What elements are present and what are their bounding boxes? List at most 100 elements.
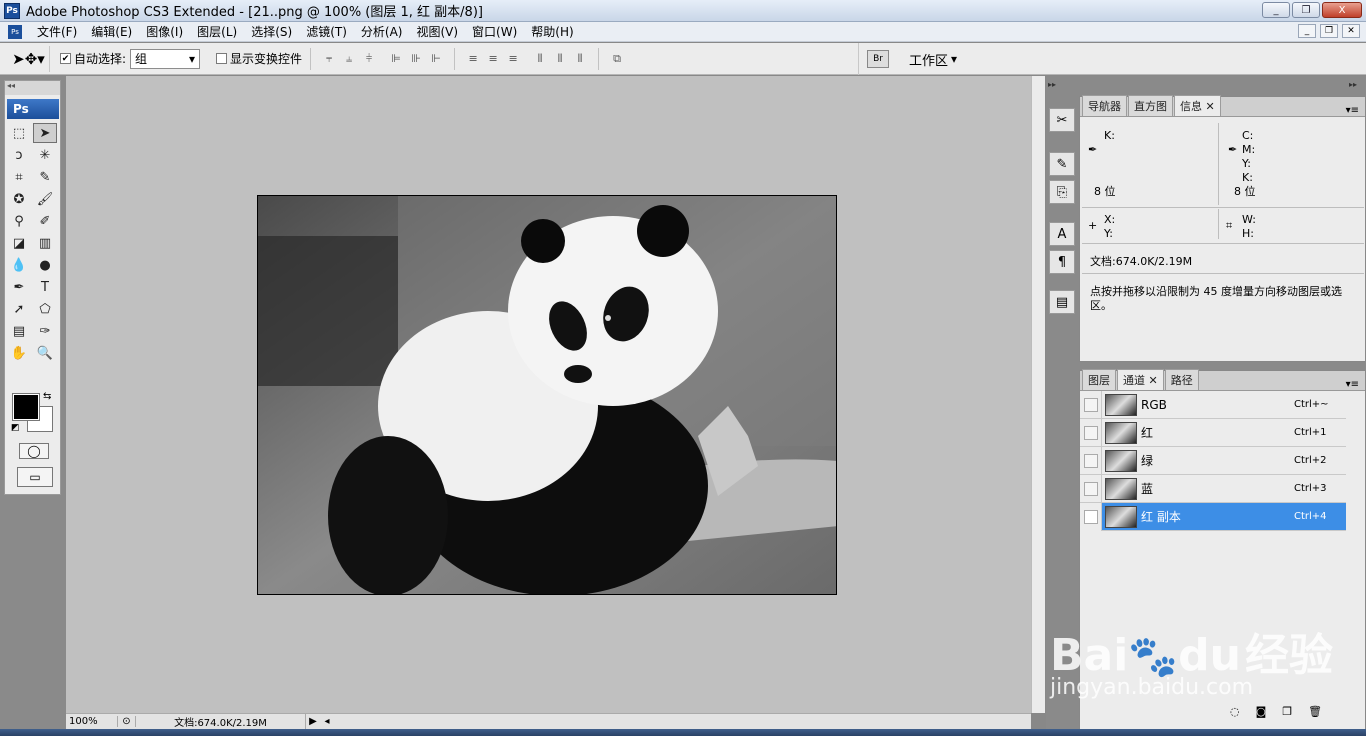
document-image[interactable]: [257, 195, 837, 595]
menu-window[interactable]: 窗口(W): [465, 23, 524, 40]
eyedropper-readout-icon[interactable]: ✒: [1088, 143, 1097, 157]
scroll-left-icon[interactable]: ◂: [320, 716, 334, 727]
document-icon[interactable]: Ps: [8, 24, 22, 39]
magic-wand-tool-icon[interactable]: ✳: [33, 145, 57, 165]
minimize-button[interactable]: _: [1262, 2, 1290, 18]
menu-analysis[interactable]: 分析(A): [354, 23, 410, 40]
doc-minimize-button[interactable]: _: [1298, 24, 1316, 38]
visibility-toggle[interactable]: [1083, 425, 1098, 440]
menu-file[interactable]: 文件(F): [30, 23, 84, 40]
tab-channels[interactable]: 通道 ✕: [1117, 369, 1164, 390]
tab-histogram[interactable]: 直方图: [1128, 95, 1173, 116]
clone-source-icon[interactable]: ⎘: [1049, 180, 1075, 204]
character-icon[interactable]: A: [1049, 222, 1075, 246]
visibility-toggle[interactable]: [1083, 481, 1098, 496]
save-selection-icon[interactable]: ◙: [1256, 705, 1267, 718]
panel-menu-icon[interactable]: ▾≡: [1346, 105, 1359, 116]
visibility-toggle[interactable]: [1083, 397, 1098, 412]
menu-filter[interactable]: 滤镜(T): [299, 23, 354, 40]
pen-tool-icon[interactable]: ✒: [7, 277, 31, 297]
brush-tool-icon[interactable]: 🖌: [33, 189, 57, 209]
quick-mask-button[interactable]: ◯: [19, 443, 49, 459]
marquee-tool-icon[interactable]: ⬚: [7, 123, 31, 143]
auto-align-layers-icon[interactable]: ⧉: [610, 52, 624, 66]
status-menu-arrow-icon[interactable]: ▶: [306, 716, 320, 727]
distribute-left-icon[interactable]: ⦀: [533, 52, 547, 66]
doc-restore-button[interactable]: ❐: [1320, 24, 1338, 38]
lasso-tool-icon[interactable]: ↄ: [7, 145, 31, 165]
delete-channel-icon[interactable]: 🗑: [1308, 705, 1322, 718]
align-top-icon[interactable]: ⫧: [322, 52, 336, 66]
channel-row-red[interactable]: 红 Ctrl+1: [1080, 418, 1346, 447]
new-channel-icon[interactable]: ❐: [1282, 705, 1292, 718]
hand-tool-icon[interactable]: ✋: [7, 343, 31, 363]
zoom-tool-icon[interactable]: 🔍: [33, 343, 57, 363]
tab-paths[interactable]: 路径: [1164, 369, 1199, 390]
eraser-tool-icon[interactable]: ◪: [7, 233, 31, 253]
foreground-color-swatch[interactable]: [12, 393, 40, 421]
eyedropper-readout-icon-cmyk[interactable]: ✒: [1228, 143, 1237, 157]
menu-image[interactable]: 图像(I): [139, 23, 190, 40]
menu-layer[interactable]: 图层(L): [190, 23, 244, 40]
default-colors-icon[interactable]: ◩: [11, 423, 20, 433]
menu-edit[interactable]: 编辑(E): [84, 23, 139, 40]
type-tool-icon[interactable]: T: [33, 277, 57, 297]
dodge-tool-icon[interactable]: ●: [33, 255, 57, 275]
distribute-vcenter-icon[interactable]: ≡: [486, 52, 500, 66]
panel-menu-icon[interactable]: ▾≡: [1346, 379, 1359, 390]
visibility-toggle[interactable]: [1083, 453, 1098, 468]
tool-presets-icon[interactable]: ✂: [1049, 108, 1075, 132]
dock-collapse-handle[interactable]: ▸▸: [1048, 80, 1056, 89]
align-right-icon[interactable]: ⊩: [429, 52, 443, 66]
distribute-top-icon[interactable]: ≡: [466, 52, 480, 66]
shape-tool-icon[interactable]: ⬠: [33, 299, 57, 319]
close-tab-icon[interactable]: ✕: [1149, 374, 1158, 387]
brushes-icon[interactable]: ✎: [1049, 152, 1075, 176]
gradient-tool-icon[interactable]: ▥: [33, 233, 57, 253]
menu-select[interactable]: 选择(S): [244, 23, 299, 40]
panel-dock-collapse-handle[interactable]: ▸▸: [1349, 80, 1357, 89]
tab-navigator[interactable]: 导航器: [1082, 95, 1127, 116]
distribute-bottom-icon[interactable]: ≡: [506, 52, 520, 66]
channel-row-rgb[interactable]: RGB Ctrl+~: [1080, 390, 1346, 419]
clone-stamp-tool-icon[interactable]: ⚲: [7, 211, 31, 231]
paragraph-icon[interactable]: ¶: [1049, 250, 1075, 274]
distribute-hcenter-icon[interactable]: ⦀: [553, 52, 567, 66]
show-transform-checkbox[interactable]: 显示变换控件: [216, 50, 302, 67]
close-tab-icon[interactable]: ✕: [1206, 100, 1215, 113]
close-button[interactable]: X: [1322, 2, 1362, 18]
tab-layers[interactable]: 图层: [1082, 369, 1116, 390]
move-tool-icon[interactable]: ➤: [33, 123, 57, 143]
slice-tool-icon[interactable]: ✎: [33, 167, 57, 187]
notes-tool-icon[interactable]: ▤: [7, 321, 31, 341]
auto-select-dropdown[interactable]: 组 ▾: [130, 48, 201, 69]
tab-info[interactable]: 信息 ✕: [1174, 95, 1221, 116]
align-bottom-icon[interactable]: ⫩: [362, 52, 376, 66]
maximize-button[interactable]: ❐: [1292, 2, 1320, 18]
move-tool-preset-icon[interactable]: ➤✥▾: [8, 45, 50, 72]
channel-row-red-copy[interactable]: 👁 红 副本 Ctrl+4: [1080, 502, 1346, 531]
eyedropper-tool-icon[interactable]: ✑: [33, 321, 57, 341]
history-brush-tool-icon[interactable]: ✐: [33, 211, 57, 231]
align-left-icon[interactable]: ⊫: [389, 52, 403, 66]
auto-select-checkbox[interactable]: ✔ 自动选择:: [60, 50, 126, 67]
load-selection-icon[interactable]: ◌: [1230, 705, 1240, 718]
path-selection-tool-icon[interactable]: ➚: [7, 299, 31, 319]
channel-row-green[interactable]: 绿 Ctrl+2: [1080, 446, 1346, 475]
workspace-menu[interactable]: 工作区: [909, 50, 948, 69]
vertical-scrollbar[interactable]: [1031, 76, 1045, 713]
blur-tool-icon[interactable]: 💧: [7, 255, 31, 275]
eye-icon[interactable]: 👁: [1083, 509, 1098, 524]
status-preview-icon[interactable]: ⊙: [118, 716, 136, 727]
zoom-level[interactable]: 100%: [66, 716, 118, 727]
channel-row-blue[interactable]: 蓝 Ctrl+3: [1080, 474, 1346, 503]
doc-close-button[interactable]: ✕: [1342, 24, 1360, 38]
crop-tool-icon[interactable]: ⌗: [7, 167, 31, 187]
layer-comps-icon[interactable]: ▤: [1049, 290, 1075, 314]
align-hcenter-icon[interactable]: ⊪: [409, 52, 423, 66]
swap-colors-icon[interactable]: ⇆: [43, 391, 51, 402]
align-vcenter-icon[interactable]: ⫨: [342, 52, 356, 66]
healing-brush-tool-icon[interactable]: ✪: [7, 189, 31, 209]
distribute-right-icon[interactable]: ⦀: [573, 52, 587, 66]
menu-help[interactable]: 帮助(H): [524, 23, 580, 40]
